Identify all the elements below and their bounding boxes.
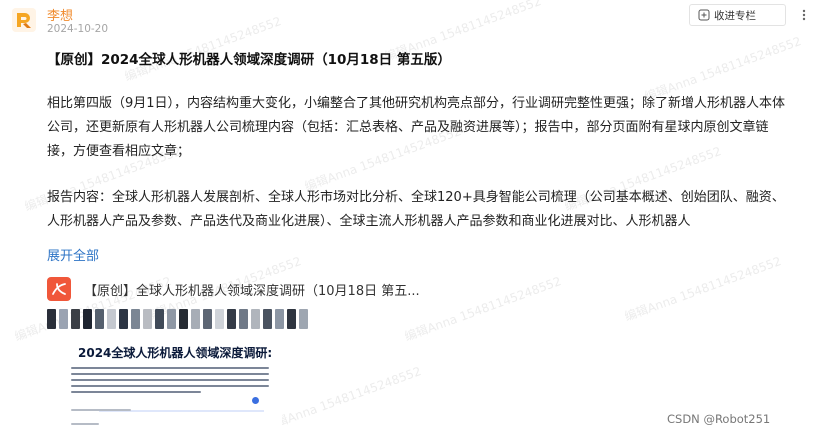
cover-text-line (71, 367, 269, 369)
bookmark-icon (698, 9, 710, 21)
watermark-text: 编辑Anna 15481145248552 (402, 274, 564, 344)
cover-text-line (71, 409, 131, 411)
robot-thumbnail (95, 309, 104, 329)
robot-thumbnail (191, 309, 200, 329)
add-to-column-button[interactable]: 收进专栏 (689, 4, 786, 26)
more-options-button[interactable] (797, 8, 811, 22)
avatar[interactable] (12, 8, 36, 32)
expand-all-link[interactable]: 展开全部 (47, 245, 99, 264)
robot-thumbnail (239, 309, 248, 329)
robot-thumbnail (155, 309, 164, 329)
cover-text-line (71, 391, 201, 393)
attachment-file[interactable]: 【原创】全球人形机器人领域深度调研（10月18日 第五... (47, 276, 420, 302)
watermark-text: 编辑Anna 15481145248552 (622, 254, 784, 324)
robot-thumbnail (227, 309, 236, 329)
cover-text-line (71, 385, 269, 387)
attachment-cover-preview[interactable]: 2024全球人形机器人领域深度调研: (47, 335, 282, 435)
cover-title: 2024全球人形机器人领域深度调研: (78, 346, 273, 360)
robot-thumbnail (59, 309, 68, 329)
robot-thumbnail (119, 309, 128, 329)
cover-text-line (71, 379, 269, 381)
cover-accent-dot (252, 397, 259, 404)
author-name[interactable]: 李想 (47, 5, 73, 24)
robot-thumbnail (167, 309, 176, 329)
cover-text-line (71, 373, 269, 375)
robot-thumbnail (299, 309, 308, 329)
attachment-name: 【原创】全球人形机器人领域深度调研（10月18日 第五... (84, 283, 420, 299)
robot-thumbnail (263, 309, 272, 329)
robot-thumbnail (131, 309, 140, 329)
post-title: 【原创】2024全球人形机器人领域深度调研（10月18日 第五版） (47, 52, 451, 68)
robot-thumbnail (107, 309, 116, 329)
more-icon (802, 9, 806, 21)
add-to-column-label: 收进专栏 (714, 9, 756, 22)
robot-thumbnail (71, 309, 80, 329)
pdf-file-icon (47, 277, 71, 301)
post-date: 2024-10-20 (47, 23, 109, 35)
watermark-text: 编辑Anna 15481145248552 (262, 364, 424, 434)
csdn-watermark: CSDN @Robot251 (667, 412, 771, 426)
robot-thumbnail (83, 309, 92, 329)
avatar-logo-icon (12, 8, 36, 32)
robot-thumbnail (143, 309, 152, 329)
robot-thumbnail (179, 309, 188, 329)
robot-thumbnail (215, 309, 224, 329)
robot-thumbnail (251, 309, 260, 329)
robot-thumbnail (203, 309, 212, 329)
post-paragraph-1: 相比第四版（9月1日），内容结构重大变化，小编整合了其他研究机构亮点部分，行业调… (47, 96, 786, 159)
post-paragraph-2: 报告内容：全球人形机器人发展剖析、全球人形市场对比分析、全球120+具身智能公司… (47, 190, 785, 229)
robot-thumbnail (47, 309, 56, 329)
cover-text-line (71, 423, 99, 425)
robot-thumbnail (275, 309, 284, 329)
attachment-thumbnail-strip (47, 309, 308, 329)
robot-thumbnail (287, 309, 296, 329)
